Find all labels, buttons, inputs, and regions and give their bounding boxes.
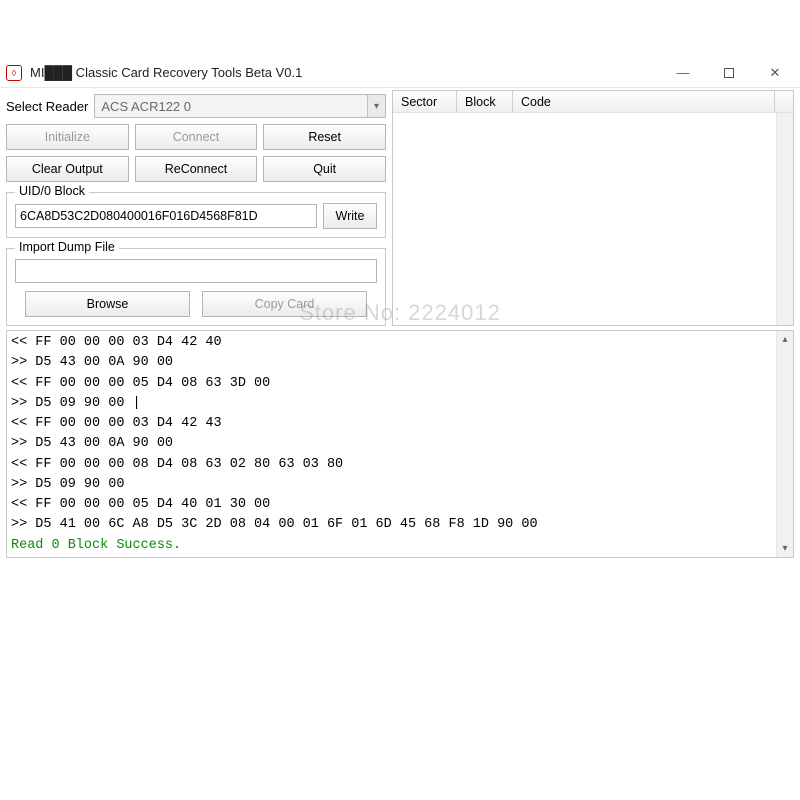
col-block[interactable]: Block bbox=[457, 91, 513, 112]
dump-path-input[interactable] bbox=[15, 259, 377, 283]
minimize-button[interactable]: — bbox=[660, 58, 706, 88]
table-scrollbar[interactable] bbox=[776, 113, 793, 325]
col-sector[interactable]: Sector bbox=[393, 91, 457, 112]
initialize-button[interactable]: Initialize bbox=[6, 124, 129, 150]
controls-panel: Select Reader ACS ACR122 0 ▾ Initialize … bbox=[6, 90, 386, 326]
close-button[interactable]: ✕ bbox=[752, 58, 798, 88]
quit-button[interactable]: Quit bbox=[263, 156, 386, 182]
uid-input[interactable] bbox=[15, 204, 317, 228]
reader-selected-value: ACS ACR122 0 bbox=[101, 99, 191, 114]
browse-button[interactable]: Browse bbox=[25, 291, 190, 317]
reconnect-button[interactable]: ReConnect bbox=[135, 156, 258, 182]
uid-legend: UID/0 Block bbox=[15, 184, 89, 198]
chevron-down-icon: ▾ bbox=[367, 95, 385, 117]
titlebar: ◊ MI███ Classic Card Recovery Tools Beta… bbox=[0, 58, 800, 88]
col-code[interactable]: Code bbox=[513, 91, 775, 112]
clear-output-button[interactable]: Clear Output bbox=[6, 156, 129, 182]
reader-label: Select Reader bbox=[6, 99, 88, 114]
scroll-up-icon[interactable]: ▴ bbox=[777, 331, 793, 348]
copy-card-button[interactable]: Copy Card bbox=[202, 291, 367, 317]
uid-groupbox: UID/0 Block Write bbox=[6, 192, 386, 238]
window-controls: — ✕ bbox=[660, 58, 798, 88]
output-scrollbar[interactable]: ▴ ▾ bbox=[776, 331, 793, 557]
reader-select[interactable]: ACS ACR122 0 ▾ bbox=[94, 94, 386, 118]
col-end bbox=[775, 91, 793, 112]
output-log[interactable]: << FF 00 00 00 03 D4 42 40 >> D5 43 00 0… bbox=[6, 330, 794, 558]
status-line: Read 0 Block Success. bbox=[11, 538, 181, 553]
write-button[interactable]: Write bbox=[323, 203, 377, 229]
reset-button[interactable]: Reset bbox=[263, 124, 386, 150]
table-body bbox=[393, 113, 793, 325]
dump-legend: Import Dump File bbox=[15, 240, 119, 254]
connect-button[interactable]: Connect bbox=[135, 124, 258, 150]
app-window: ◊ MI███ Classic Card Recovery Tools Beta… bbox=[0, 58, 800, 564]
app-icon: ◊ bbox=[6, 65, 22, 81]
maximize-button[interactable] bbox=[706, 58, 752, 88]
data-table: Sector Block Code bbox=[392, 90, 794, 326]
scroll-down-icon[interactable]: ▾ bbox=[777, 540, 793, 557]
dump-groupbox: Import Dump File Browse Copy Card bbox=[6, 248, 386, 326]
window-title: MI███ Classic Card Recovery Tools Beta V… bbox=[30, 65, 660, 80]
